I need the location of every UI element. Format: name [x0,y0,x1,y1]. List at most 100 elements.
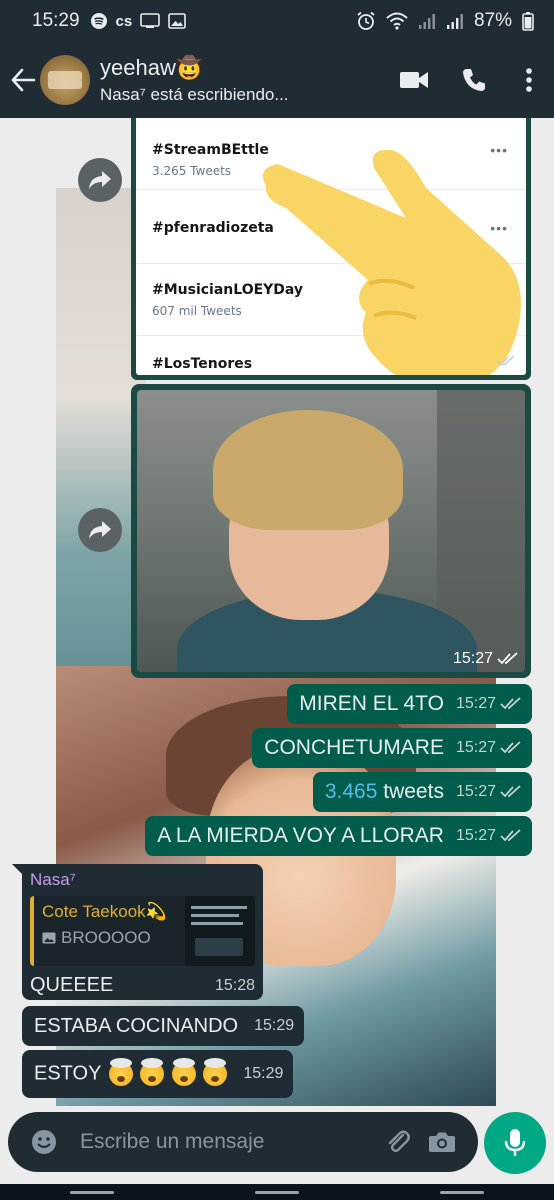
contact-name: yeehaw🤠 [100,55,204,80]
battery-icon [522,12,534,31]
message-text-rest: tweets [377,780,444,803]
signal-icon [446,14,463,29]
header-actions [384,50,554,110]
nav-back[interactable] [439,1190,484,1194]
status-right-icons: 87% [356,10,534,32]
message-time: 15:27 [455,695,496,712]
camera-button[interactable] [420,1120,464,1164]
bubble-tail [12,864,24,876]
read-ticks-icon [500,785,521,798]
paperclip-icon [388,1130,410,1153]
cs-icon: cs [115,12,133,30]
photo: 15:27 [137,390,525,672]
message-time: 15:28 [214,976,255,994]
incoming-message[interactable]: ESTOY 15:29 [22,1050,294,1098]
thumb-block [195,938,243,956]
message-time: 15:29 [254,1017,295,1034]
message-time: 15:27 [455,739,496,756]
back-arrow-icon[interactable] [8,65,38,95]
spotify-icon [90,13,107,29]
gallery-icon [168,13,187,29]
exploding-head-emoji [203,1058,228,1086]
microphone-icon [504,1129,526,1156]
emoji-button[interactable] [22,1120,66,1164]
wifi-icon [386,12,408,30]
outgoing-message[interactable]: A LA MIERDA VOY A LLORAR 15:27 [145,816,532,856]
message-text-word: ESTOY [34,1062,102,1085]
status-time: 15:29 [32,10,80,31]
read-ticks-icon [500,829,521,842]
contact-avatar[interactable] [40,55,90,105]
incoming-message-reply[interactable]: Nasa⁷ Cote Taekook💫 BROOOOO QUEEEE 15:28 [12,864,263,1000]
exploding-head-emoji [171,1058,196,1086]
smiley-icon [32,1130,56,1154]
message-text: MIREN EL 4TO [299,692,444,715]
chat-area[interactable]: #StreamBEttle 3.265 Tweets ••• #pfenradi… [0,118,554,1200]
status-left-icons: cs [90,12,187,30]
phone-icon [463,69,485,91]
message-link-number[interactable]: 3.465 [325,780,378,803]
thumb-line [191,906,247,909]
trends-screenshot: #StreamBEttle 3.265 Tweets ••• #pfenradi… [136,118,526,375]
voice-message-button[interactable] [484,1112,546,1174]
sender-name[interactable]: Nasa⁷ [30,870,255,890]
chat-header: yeehaw🤠 Nasa⁷ está escribiendo... [0,42,554,118]
quoted-text: BROOOOO [61,928,151,947]
message-time: 15:27 [455,783,496,800]
contact-info[interactable]: yeehaw🤠 Nasa⁷ está escribiendo... [100,55,289,105]
message-input[interactable]: Escribe un mensaje [80,1130,376,1154]
pointing-hand-emoji [263,149,521,375]
read-ticks-icon [496,355,515,367]
message-row: QUEEEE 15:28 [30,974,255,997]
message-time: 15:27 [455,827,496,844]
message-meta: 15:27 [453,650,519,668]
exploding-head-emoji [108,1058,133,1086]
alarm-icon [357,11,375,30]
message-text: CONCHETUMARE [264,736,444,759]
photo-icon [42,932,56,944]
outgoing-message[interactable]: MIREN EL 4TO 15:27 [287,684,532,724]
photo-hair [213,410,403,530]
message-time: 15:27 [452,650,493,667]
more-options-button[interactable] [504,50,554,110]
message-text: ESTABA COCINANDO [34,1014,239,1037]
outgoing-message[interactable]: 3.465 tweets 15:27 [312,772,532,812]
cast-icon [140,13,161,28]
camera-icon [429,1132,455,1152]
message-text: 3.465 tweets [325,780,444,804]
video-call-button[interactable] [384,50,444,110]
signal-icon [418,14,435,29]
nav-home[interactable] [254,1190,299,1194]
message-text: ESTOY [34,1058,228,1086]
image-message-trends[interactable]: #StreamBEttle 3.265 Tweets ••• #pfenradi… [131,118,531,380]
attach-button[interactable] [376,1120,420,1164]
video-camera-icon [400,72,428,88]
message-composer[interactable]: Escribe un mensaje [8,1112,478,1172]
incoming-message[interactable]: ESTABA COCINANDO 15:29 [22,1006,305,1046]
forward-button[interactable] [78,508,122,552]
quoted-message[interactable]: Cote Taekook💫 BROOOOO [30,896,255,966]
typing-status: Nasa⁷ está escribiendo... [100,85,289,104]
thumb-line [191,922,243,925]
read-ticks-icon [500,697,521,710]
battery-percent: 87% [473,10,512,31]
nav-recents[interactable] [70,1190,115,1194]
message-text: A LA MIERDA VOY A LLORAR [157,824,444,847]
read-ticks-icon [500,741,521,754]
voice-call-button[interactable] [444,50,504,110]
exploding-head-emoji [140,1058,165,1086]
read-ticks-icon [497,652,518,665]
status-bar: 15:29 cs 87% [0,0,554,42]
image-message-photo[interactable]: 15:27 [131,384,531,678]
message-meta: 15:27 [456,739,522,757]
forward-button[interactable] [78,158,122,202]
forward-icon [89,171,111,189]
kebab-menu-icon [526,68,532,92]
thumb-line [191,914,239,917]
system-nav-bar [0,1184,554,1200]
message-meta: 15:27 [456,783,522,801]
outgoing-message[interactable]: CONCHETUMARE 15:27 [252,728,532,768]
message-meta: 15:27 [456,827,522,845]
message-text: QUEEEE [30,974,114,996]
quoted-thumbnail [185,896,255,966]
